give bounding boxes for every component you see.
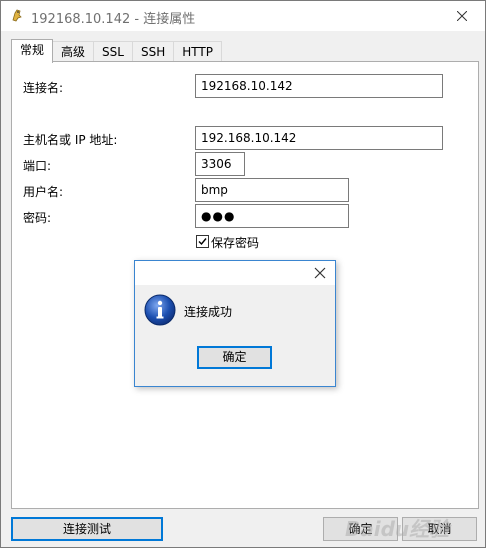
save-password-label[interactable]: 保存密码: [211, 234, 259, 251]
tab-general[interactable]: 常规: [11, 39, 54, 63]
checkmark-icon: [198, 238, 207, 246]
close-icon: [457, 11, 467, 21]
dialog-close-icon[interactable]: [313, 266, 327, 280]
tab-bar: 常规 高级 SSL SSH HTTP: [11, 39, 222, 63]
connection-name-input[interactable]: 192168.10.142: [195, 74, 443, 98]
info-icon: [144, 294, 176, 326]
host-label: 主机名或 IP 地址:: [23, 133, 118, 147]
username-label: 用户名:: [23, 185, 64, 199]
host-input[interactable]: 192.168.10.142: [195, 126, 443, 150]
ok-button[interactable]: 确定: [323, 517, 398, 541]
dialog-ok-button[interactable]: 确定: [197, 346, 272, 369]
tab-ssl[interactable]: SSL: [93, 41, 133, 62]
port-label: 端口:: [23, 159, 52, 173]
connection-success-dialog: 连接成功 确定: [134, 260, 336, 387]
port-input[interactable]: 3306: [195, 152, 245, 176]
connection-properties-window: 192168.10.142 - 连接属性 常规 高级 SSL SSH HTTP …: [0, 0, 486, 548]
tab-ssh[interactable]: SSH: [131, 41, 175, 62]
connection-test-button[interactable]: 连接测试: [11, 517, 163, 541]
password-label: 密码:: [23, 211, 52, 225]
window-close-button[interactable]: [439, 1, 485, 31]
tab-http[interactable]: HTTP: [173, 41, 222, 62]
dialog-message: 连接成功: [184, 305, 233, 319]
save-password-checkbox[interactable]: [196, 235, 209, 248]
username-input[interactable]: bmp: [195, 178, 349, 202]
app-icon: [12, 9, 22, 22]
dialog-body: 连接成功 确定: [135, 285, 335, 386]
cancel-button[interactable]: 取消: [402, 517, 477, 541]
tab-advanced[interactable]: 高级: [52, 41, 95, 62]
window-title: 192168.10.142 - 连接属性: [31, 12, 196, 27]
connection-name-label: 连接名:: [23, 81, 64, 95]
password-input[interactable]: ●●●: [195, 204, 349, 228]
dialog-title-bar[interactable]: [135, 261, 335, 285]
title-bar[interactable]: 192168.10.142 - 连接属性: [1, 1, 485, 31]
